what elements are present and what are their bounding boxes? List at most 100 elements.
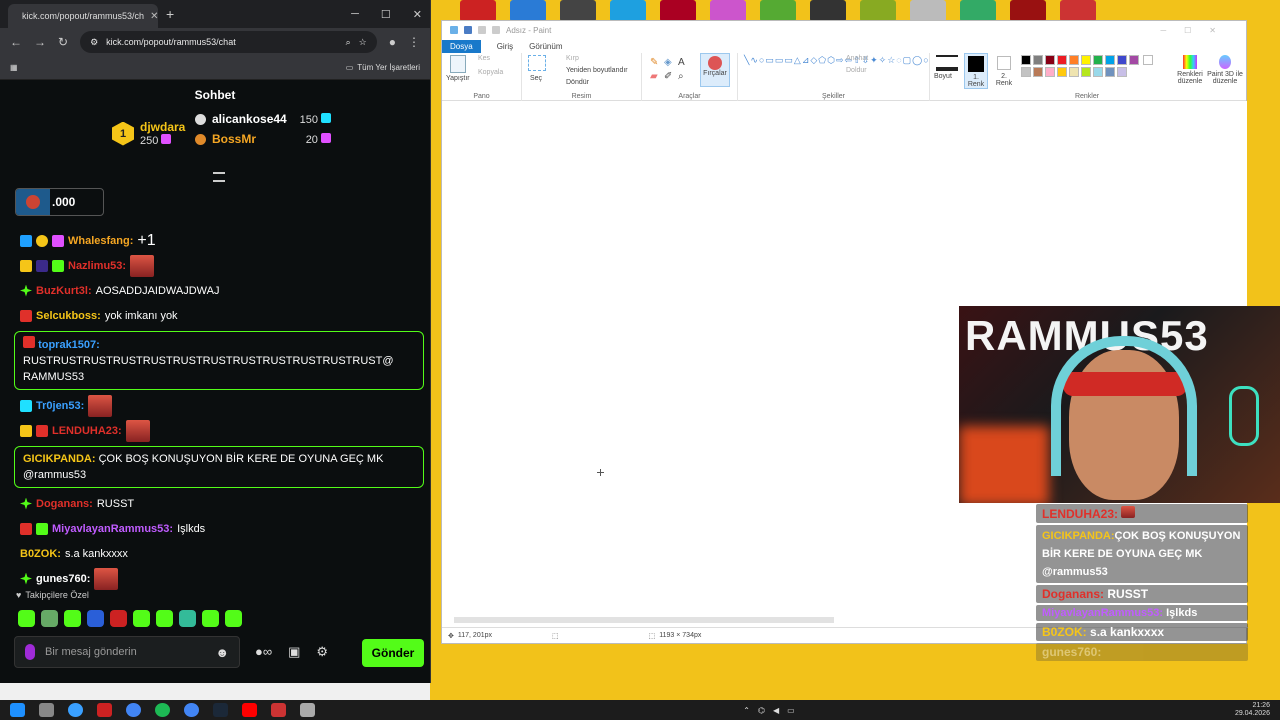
leaderboard-first[interactable]: 1 djwdara 250 [112, 120, 185, 147]
profile-avatar[interactable]: ● [389, 35, 396, 49]
desktop-icon[interactable] [560, 0, 596, 22]
desktop-icon[interactable] [460, 0, 496, 22]
chat-message[interactable]: Whalesfang: +1 [14, 228, 424, 253]
app-icon[interactable] [271, 703, 286, 717]
color2-button[interactable]: 2. Renk [992, 53, 1016, 89]
chat-message-highlighted[interactable]: GICIKPANDA: ÇOK BOŞ KONUŞUYON BİR KERE D… [14, 446, 424, 488]
new-tab-icon[interactable]: + [166, 6, 174, 22]
select-icon[interactable] [528, 55, 546, 71]
desktop-icon[interactable] [860, 0, 896, 22]
system-clock[interactable]: 21:26 29.04.2026 [1235, 702, 1280, 718]
emote-icon[interactable] [225, 610, 242, 627]
rotate-button[interactable]: Döndür [566, 79, 589, 86]
cut-button[interactable]: Kes [478, 55, 490, 62]
chat-username[interactable]: Tr0jen53: [36, 400, 84, 412]
chat-message[interactable]: gunes760: [14, 566, 424, 591]
desktop-icon[interactable] [1010, 0, 1046, 22]
text-icon[interactable]: A [678, 57, 685, 68]
close-tab-icon[interactable]: ✕ [150, 11, 158, 22]
chat-message-highlighted[interactable]: toprak1507: RUSTRUSTRUSTRUSTRUSTRUSTRUST… [14, 331, 424, 390]
shapes-gallery[interactable]: ╲∿○▭▭▭△⊿◇⬠⬡⇨⇦⇧⇩✦✧☆◌▢◯○ [744, 55, 929, 89]
store-icon[interactable]: ▣ [288, 644, 300, 660]
chat-username[interactable]: Doganans: [36, 498, 93, 510]
desktop-icon[interactable] [760, 0, 796, 22]
desktop-icon[interactable] [610, 0, 646, 22]
undo-icon[interactable] [478, 26, 486, 34]
emote-icon[interactable] [64, 610, 81, 627]
chat-message[interactable]: Tr0jen53: [14, 393, 424, 418]
search-icon[interactable] [39, 703, 54, 717]
emoji-icon[interactable]: ☻ [215, 645, 229, 660]
copy-button[interactable]: Kopyala [478, 69, 503, 76]
close-window-icon[interactable]: ✕ [413, 8, 422, 21]
pencil-icon[interactable]: ✎ [650, 57, 658, 68]
pinned-goal[interactable]: .000 [15, 188, 104, 216]
tab-gorunum[interactable]: Görünüm [529, 42, 562, 51]
chat-username[interactable]: BuzKurt3l: [36, 285, 92, 297]
desktop-icon[interactable] [1060, 0, 1096, 22]
chat-message[interactable]: Doganans: RUSST [14, 491, 424, 516]
chat-message[interactable]: MiyavlayanRammus53: Işlkds [14, 516, 424, 541]
back-icon[interactable]: ← [10, 35, 22, 49]
crop-button[interactable]: Kırp [566, 55, 579, 62]
chat-username[interactable]: Whalesfang: [68, 235, 133, 247]
chat-message[interactable]: B0ZOK: s.a kankxxxx [14, 541, 424, 566]
zoom-icon[interactable]: ⌕ [346, 37, 351, 48]
maximize-icon[interactable]: ☐ [381, 8, 391, 21]
chevron-up-icon[interactable]: ⌃ [743, 706, 750, 715]
eraser-icon[interactable]: ▰ [650, 71, 658, 82]
url-field[interactable]: ⚙ kick.com/popout/rammus53/chat ⌕ ☆ [80, 31, 377, 53]
chat-message[interactable]: BuzKurt3l: AOSADDJAIDWAJDWAJ [14, 278, 424, 303]
reload-icon[interactable]: ↻ [58, 35, 68, 49]
collapse-icon[interactable] [213, 172, 225, 182]
apps-grid-icon[interactable]: ▦ [10, 63, 18, 72]
desktop-icon[interactable] [510, 0, 546, 22]
chat-username[interactable]: toprak1507: [38, 339, 100, 351]
chat-username[interactable]: LENDUHA23: [52, 425, 122, 437]
network-icon[interactable]: ⌬ [758, 706, 765, 715]
chat-username[interactable]: Selcukboss: [36, 310, 101, 322]
emote-icon[interactable] [202, 610, 219, 627]
redo-icon[interactable] [492, 26, 500, 34]
chat-message[interactable]: Selcukboss: yok imkanı yok [14, 303, 424, 328]
chrome-icon[interactable] [126, 703, 141, 717]
chat-username[interactable]: B0ZOK: [20, 548, 61, 560]
tab-dosya[interactable]: Dosya [442, 39, 481, 53]
paint3d-button[interactable]: Paint 3D ile düzenle [1206, 53, 1244, 85]
horizontal-scrollbar[interactable] [454, 617, 834, 623]
start-icon[interactable] [10, 703, 25, 717]
battery-icon[interactable]: ▭ [787, 706, 795, 715]
color-palette[interactable] [1020, 54, 1164, 78]
chat-username[interactable]: GICIKPANDA: [23, 453, 96, 465]
paint-taskbar-icon[interactable] [300, 703, 315, 717]
browser-tab[interactable]: kick.com/popout/rammus53/ch ✕ [8, 4, 158, 28]
bookmark-star-icon[interactable]: ☆ [359, 37, 367, 48]
all-bookmarks-button[interactable]: ▭ Tüm Yer İşaretleri [346, 63, 420, 72]
leaderboard-third[interactable]: BossMr 20 [195, 132, 331, 146]
menu-icon[interactable]: ⋮ [408, 35, 420, 49]
select-button[interactable]: Seç [530, 75, 542, 82]
color1-button[interactable]: 1. Renk [964, 53, 988, 89]
paste-button[interactable]: Yapıştır [446, 75, 470, 82]
chat-username[interactable]: gunes760: [36, 573, 90, 585]
brushes-button[interactable]: Fırçalar [700, 53, 730, 87]
app-icon[interactable] [97, 703, 112, 717]
mic-icon[interactable] [25, 644, 35, 660]
desktop-icon[interactable] [960, 0, 996, 22]
kicks-icon[interactable]: ●∞ [255, 644, 272, 660]
emote-icon[interactable] [179, 610, 196, 627]
edit-colors-button[interactable]: Renkleri düzenle [1176, 53, 1204, 85]
desktop-icon[interactable] [710, 0, 746, 22]
outline-button[interactable]: Anahat [846, 55, 868, 62]
emote-icon[interactable] [110, 610, 127, 627]
emote-icon[interactable] [41, 610, 58, 627]
emote-icon[interactable] [18, 610, 35, 627]
spotify-icon[interactable] [155, 703, 170, 717]
send-button[interactable]: Gönder [362, 639, 424, 667]
app-icon[interactable] [68, 703, 83, 717]
color-picker-icon[interactable]: ✐ [664, 71, 672, 82]
tab-giris[interactable]: Giriş [497, 42, 513, 51]
chat-username[interactable]: MiyavlayanRammus53: [52, 523, 173, 535]
chat-input[interactable]: Bir mesaj gönderin ☻ [14, 636, 240, 668]
paste-icon[interactable] [450, 55, 466, 73]
